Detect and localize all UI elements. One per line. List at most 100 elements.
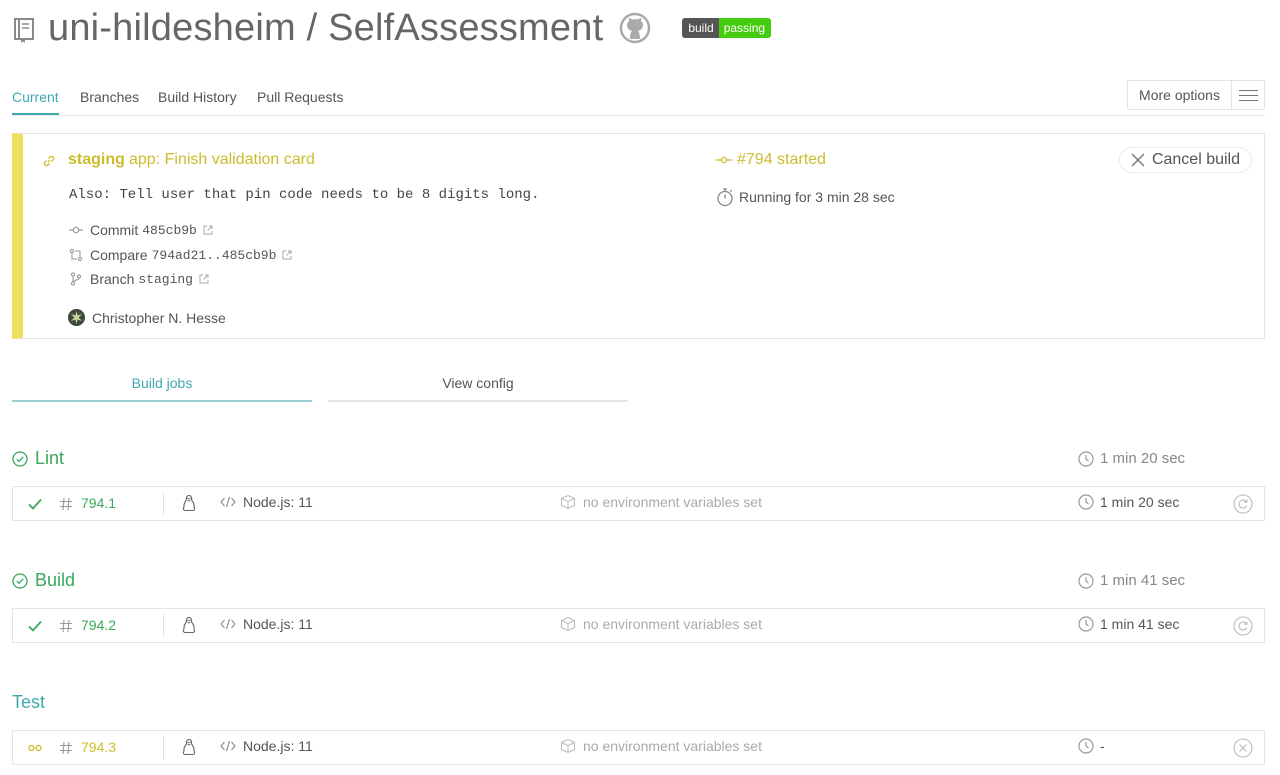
avatar xyxy=(68,309,85,326)
badge-label: build xyxy=(682,18,719,38)
branch-value[interactable]: staging xyxy=(138,272,193,287)
stage-name-text: Test xyxy=(12,692,46,712)
box-icon xyxy=(561,616,575,632)
stage-name: Lint xyxy=(12,448,64,469)
job-language-text: Node.js: 11 xyxy=(243,616,313,632)
tab-build-history[interactable]: Build History xyxy=(158,89,237,105)
stage-header-lint: Lint 1 min 20 sec xyxy=(12,448,1265,472)
compare-icon xyxy=(69,248,83,262)
job-duration-text: - xyxy=(1100,738,1105,754)
build-number-text: #794 started xyxy=(737,151,826,168)
restart-icon[interactable] xyxy=(1233,616,1253,636)
external-link-icon[interactable] xyxy=(199,274,209,284)
commit-row[interactable]: Commit 485cb9b xyxy=(69,222,213,238)
job-number[interactable]: 794.3 xyxy=(81,739,116,755)
commit-body: Also: Tell user that pin code needs to b… xyxy=(69,187,540,203)
stage-name: Build xyxy=(12,570,75,591)
job-row[interactable]: 794.2 Node.js: 11 no environment variabl… xyxy=(12,608,1265,643)
build-sub-tabs: Build jobs View config xyxy=(12,364,628,402)
build-status-badge[interactable]: build passing xyxy=(682,18,772,38)
job-language: Node.js: 11 xyxy=(220,738,313,754)
check-icon xyxy=(28,620,42,632)
check-circle-icon xyxy=(12,450,28,467)
stage-duration-text: 1 min 41 sec xyxy=(1100,572,1186,589)
build-summary-card: staging app: Finish validation card Also… xyxy=(12,133,1265,339)
author-name: Christopher N. Hesse xyxy=(92,309,226,326)
compare-range[interactable]: 794ad21..485cb9b xyxy=(152,248,277,263)
job-env: no environment variables set xyxy=(560,616,762,632)
job-row[interactable]: 794.3 Node.js: 11 no environment variabl… xyxy=(12,730,1265,765)
tab-view-config[interactable]: View config xyxy=(328,364,628,402)
job-duration-text: 1 min 41 sec xyxy=(1100,616,1180,632)
repo-icon xyxy=(14,18,34,43)
clock-icon xyxy=(1078,738,1094,754)
badge-status: passing xyxy=(718,18,772,38)
stage-duration: 1 min 20 sec xyxy=(1078,450,1185,467)
tab-branches[interactable]: Branches xyxy=(80,89,139,105)
branch-row[interactable]: Branch staging xyxy=(69,271,209,287)
link-icon xyxy=(43,155,55,167)
github-icon[interactable] xyxy=(619,12,651,44)
linux-icon xyxy=(182,738,196,756)
job-env-text: no environment variables set xyxy=(583,616,762,632)
more-options-dropdown[interactable]: More options xyxy=(1127,80,1265,110)
commit-sha[interactable]: 485cb9b xyxy=(142,223,197,238)
branch-icon xyxy=(70,272,82,286)
build-running-time: Running for 3 min 28 sec xyxy=(716,187,895,207)
build-number[interactable]: #794 started xyxy=(716,151,826,169)
stage-header-test: Test xyxy=(12,692,1265,716)
code-icon xyxy=(220,496,236,508)
stage-header-build: Build 1 min 41 sec xyxy=(12,570,1265,594)
job-language: Node.js: 11 xyxy=(220,494,313,510)
job-number[interactable]: 794.2 xyxy=(81,617,116,633)
code-icon xyxy=(220,740,236,752)
author: Christopher N. Hesse xyxy=(68,309,226,326)
clock-icon xyxy=(1078,616,1094,632)
clock-icon xyxy=(1078,494,1094,510)
stopwatch-icon xyxy=(717,188,733,207)
linux-icon xyxy=(182,494,196,512)
job-language-text: Node.js: 11 xyxy=(243,738,313,754)
job-number[interactable]: 794.1 xyxy=(81,495,116,511)
tab-build-jobs[interactable]: Build jobs xyxy=(12,364,312,402)
job-language-text: Node.js: 11 xyxy=(243,494,313,510)
running-dots-icon xyxy=(28,744,42,752)
running-text: Running for 3 min 28 sec xyxy=(739,189,895,205)
job-duration: 1 min 20 sec xyxy=(1078,494,1179,510)
clock-icon xyxy=(1078,450,1094,467)
hash-icon xyxy=(60,619,72,633)
job-row[interactable]: 794.1 Node.js: 11 no environment variabl… xyxy=(12,486,1265,521)
job-duration: - xyxy=(1078,738,1105,754)
job-language: Node.js: 11 xyxy=(220,616,313,632)
repo-header: uni-hildesheim / SelfAssessment build pa… xyxy=(12,0,772,56)
box-icon xyxy=(561,494,575,510)
repo-title[interactable]: uni-hildesheim / SelfAssessment xyxy=(48,7,603,50)
commit-icon xyxy=(69,226,83,234)
job-env-text: no environment variables set xyxy=(583,494,762,510)
divider xyxy=(163,492,164,516)
job-env: no environment variables set xyxy=(560,738,762,754)
hash-icon xyxy=(60,741,72,755)
cancel-build-button[interactable]: Cancel build xyxy=(1118,147,1252,173)
stage-duration: 1 min 41 sec xyxy=(1078,572,1185,589)
job-env: no environment variables set xyxy=(560,494,762,510)
external-link-icon[interactable] xyxy=(282,250,292,260)
branch-name-link[interactable]: staging xyxy=(68,151,125,169)
job-duration: 1 min 41 sec xyxy=(1078,616,1179,632)
tab-pull-requests[interactable]: Pull Requests xyxy=(257,89,343,105)
cancel-job-icon[interactable] xyxy=(1233,738,1253,758)
compare-label: Compare xyxy=(90,247,148,263)
repo-tabs: Current Branches Build History Pull Requ… xyxy=(12,80,1265,116)
tab-current[interactable]: Current xyxy=(12,89,59,115)
divider xyxy=(163,614,164,638)
check-circle-icon xyxy=(12,572,28,589)
hamburger-menu-icon[interactable] xyxy=(1232,81,1264,109)
code-icon xyxy=(220,618,236,630)
restart-icon[interactable] xyxy=(1233,494,1253,514)
compare-row[interactable]: Compare 794ad21..485cb9b xyxy=(69,247,292,263)
external-link-icon[interactable] xyxy=(203,225,213,235)
more-options-label[interactable]: More options xyxy=(1128,81,1232,109)
divider xyxy=(163,736,164,760)
close-icon xyxy=(1131,153,1145,167)
box-icon xyxy=(561,738,575,754)
